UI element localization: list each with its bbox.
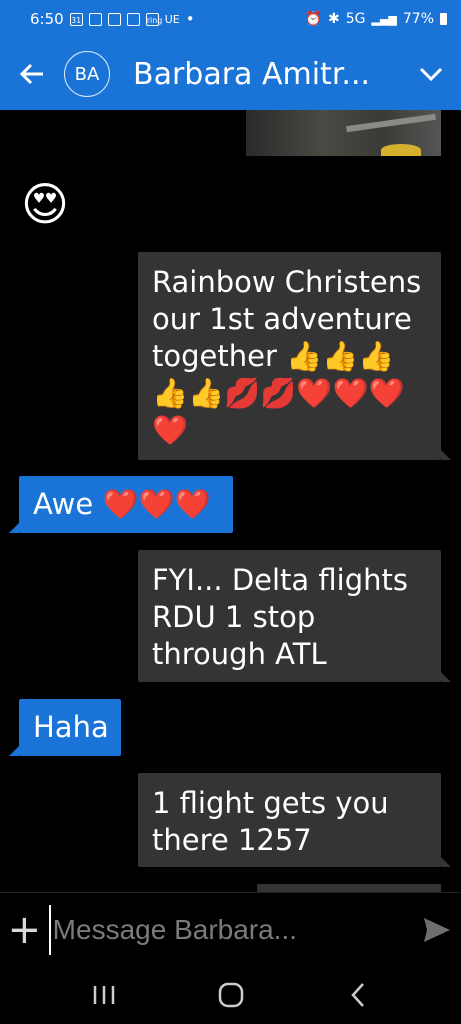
status-left: 6:50 31 ring UE •: [30, 10, 195, 28]
network-label: 5G: [345, 11, 366, 27]
calendar-icon: 31: [69, 12, 83, 26]
notification-dot-icon: •: [185, 10, 195, 28]
home-button[interactable]: [196, 970, 266, 1020]
ring-icon: ring: [145, 12, 162, 26]
battery-label: 77%: [402, 11, 434, 27]
status-time: 6:50: [30, 10, 64, 28]
battery-icon: [440, 13, 447, 25]
status-right: ⏰ ✱ 5G ▂▄▆ 77%: [305, 11, 447, 27]
alarm-icon: ⏰: [304, 11, 322, 27]
message-input[interactable]: [48, 904, 414, 955]
back-arrow-icon: [19, 63, 43, 85]
gallery-icon: [126, 12, 140, 26]
signal-icon: ▂▄▆: [371, 12, 397, 26]
bluetooth-icon: ✱: [327, 11, 340, 27]
send-button[interactable]: [414, 893, 461, 967]
back-button[interactable]: [0, 38, 64, 110]
avatar[interactable]: BA: [64, 51, 110, 97]
message-thread[interactable]: 😍 Rainbow Christens our 1st adventure to…: [0, 110, 461, 892]
status-bar: 6:50 31 ring UE • ⏰ ✱ 5G ▂▄▆ 77%: [0, 0, 461, 38]
news-icon: [88, 12, 102, 26]
plus-icon: +: [7, 906, 42, 953]
photo-attachment[interactable]: [246, 110, 441, 156]
received-emoji[interactable]: 😍: [21, 176, 69, 232]
received-message[interactable]: Awe ❤️❤️❤️: [9, 476, 233, 533]
system-nav-bar: [0, 966, 461, 1024]
back-nav-icon: [350, 983, 364, 1007]
news2-icon: [107, 12, 121, 26]
sent-message[interactable]: Rainbow Christens our 1st adventure toge…: [138, 252, 451, 460]
chevron-down-icon: [419, 67, 443, 82]
sent-message[interactable]: FYI... Delta flights RDU 1 stop through …: [138, 550, 451, 682]
expand-button[interactable]: [401, 38, 461, 110]
recent-apps-button[interactable]: [69, 970, 139, 1020]
received-message[interactable]: Haha: [9, 699, 121, 756]
add-attachment-button[interactable]: +: [0, 893, 49, 967]
conversation-title[interactable]: Barbara Amitr...: [133, 57, 401, 92]
sent-message-partial[interactable]: [257, 884, 441, 892]
send-icon: [424, 917, 451, 942]
home-icon: [218, 982, 243, 1008]
ue-label: UE: [164, 12, 180, 26]
back-nav-button[interactable]: [323, 970, 393, 1020]
sent-message[interactable]: 1 flight gets you there 1257: [138, 773, 451, 867]
app-header: BA Barbara Amitr...: [0, 38, 461, 110]
composer: +: [0, 892, 461, 966]
recent-apps-icon: [93, 986, 114, 1004]
